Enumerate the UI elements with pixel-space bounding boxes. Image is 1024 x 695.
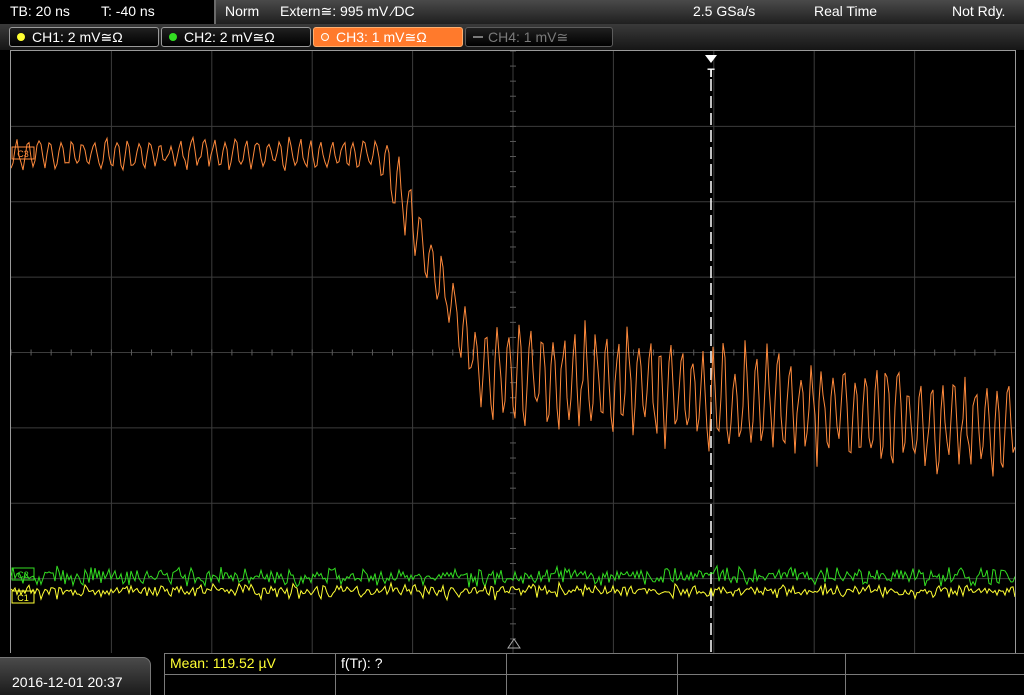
bottom-bar: 2016-12-01 20:37 Mean: 119.52 µV f(Tr): … bbox=[0, 653, 1024, 695]
trigger-source[interactable]: Extern≅: 995 mV ⁄DC bbox=[280, 3, 415, 20]
tab-ch2[interactable]: CH2: 2 mV≅Ω bbox=[161, 27, 311, 47]
timebase-value: TB: 20 ns bbox=[10, 3, 70, 19]
horizontal-position-icon[interactable] bbox=[507, 638, 521, 649]
ch1-offset-label: C1 bbox=[17, 593, 29, 603]
tab-ch3[interactable]: CH3: 1 mV≅Ω bbox=[313, 27, 463, 47]
measurement-cell-empty-3[interactable] bbox=[846, 654, 1024, 675]
tab-ch3-label: CH3: 1 mV≅Ω bbox=[336, 29, 427, 45]
trigger-time-value: T: -40 ns bbox=[101, 3, 155, 19]
measurement-cell-mean[interactable]: Mean: 119.52 µV bbox=[165, 654, 336, 675]
measurement-cell-empty-2[interactable] bbox=[678, 654, 846, 675]
ch3-offset-label: C3 bbox=[17, 149, 29, 159]
graticule bbox=[11, 51, 1015, 654]
tab-ch1[interactable]: CH1: 2 mV≅Ω bbox=[9, 27, 159, 47]
frequency-measurement: f(Tr): ? bbox=[341, 655, 383, 671]
waveform-canvas[interactable]: T C3 C2 C1 bbox=[11, 51, 1015, 654]
measurement-cell-empty-7[interactable] bbox=[678, 675, 846, 695]
acquisition-state: Not Rdy. bbox=[952, 3, 1006, 19]
measurement-cell-empty-5[interactable] bbox=[336, 675, 507, 695]
measurement-cell-ftr[interactable]: f(Tr): ? bbox=[336, 654, 507, 675]
tab-ch2-label: CH2: 2 mV≅Ω bbox=[184, 29, 275, 45]
channel-offset-markers: C3 C2 C1 bbox=[11, 146, 35, 604]
tab-ch1-label: CH1: 2 mV≅Ω bbox=[32, 29, 123, 45]
trigger-marker: T bbox=[507, 55, 717, 654]
tab-ch4-label: CH4: 1 mV≅ bbox=[488, 29, 569, 45]
measurement-cell-empty-1[interactable] bbox=[507, 654, 678, 675]
ch4-indicator-icon bbox=[473, 36, 483, 38]
ch1-indicator-icon bbox=[17, 33, 25, 41]
datetime-panel: 2016-12-01 20:37 bbox=[0, 657, 151, 695]
channel-tabs: CH1: 2 mV≅Ω CH2: 2 mV≅Ω CH3: 1 mV≅Ω CH4:… bbox=[0, 24, 1024, 50]
oscilloscope-screen: TB: 20 ns T: -40 ns Norm Extern≅: 995 mV… bbox=[0, 0, 1024, 695]
measurement-cell-empty-6[interactable] bbox=[507, 675, 678, 695]
mean-measurement: Mean: 119.52 µV bbox=[170, 655, 276, 671]
trigger-label: T bbox=[707, 66, 715, 80]
measurement-cell-empty-8[interactable] bbox=[846, 675, 1024, 695]
trigger-mode[interactable]: Norm bbox=[225, 3, 259, 19]
waveform-display[interactable]: T C3 C2 C1 bbox=[10, 50, 1016, 655]
ch2-indicator-icon bbox=[169, 33, 177, 41]
ch3-indicator-icon bbox=[321, 33, 329, 41]
measurement-cell-empty-4[interactable] bbox=[165, 675, 336, 695]
sample-rate: 2.5 GSa/s bbox=[693, 3, 756, 19]
timebase-panel[interactable]: TB: 20 ns T: -40 ns bbox=[0, 0, 216, 24]
tab-ch4[interactable]: CH4: 1 mV≅ bbox=[465, 27, 613, 47]
ch2-offset-label: C2 bbox=[17, 570, 29, 580]
acquisition-mode: Real Time bbox=[814, 3, 878, 19]
trigger-arrow-icon[interactable] bbox=[705, 55, 717, 63]
status-bar: TB: 20 ns T: -40 ns Norm Extern≅: 995 mV… bbox=[0, 0, 1024, 24]
measurement-table[interactable]: Mean: 119.52 µV f(Tr): ? bbox=[164, 653, 1024, 695]
datetime: 2016-12-01 20:37 bbox=[12, 674, 123, 690]
